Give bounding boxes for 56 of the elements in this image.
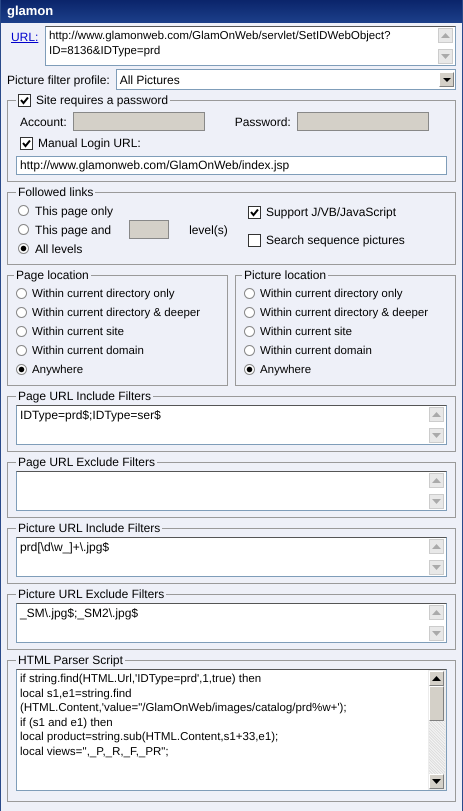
checkbox-label: Manual Login URL: <box>38 136 141 150</box>
radio-label: Anywhere <box>260 364 312 376</box>
radio-label: Within current domain <box>260 344 372 356</box>
scrollbar[interactable] <box>428 670 446 790</box>
radio-label: Within current directory & deeper <box>32 306 200 318</box>
field-label: level(s) <box>189 222 228 236</box>
group-title: HTML Parser Script <box>17 653 124 667</box>
checkbox[interactable] <box>248 234 261 246</box>
group-title: Picture URL Exclude Filters <box>17 587 166 601</box>
field-label: Picture filter profile: <box>7 72 110 86</box>
window-title: glamon <box>1 0 462 23</box>
field-label: Account: <box>20 114 67 128</box>
account-field[interactable] <box>72 112 205 131</box>
radio-label: Within current site <box>260 326 352 338</box>
checkbox[interactable] <box>248 206 261 218</box>
radio-label: This page and <box>35 222 112 236</box>
radio-button[interactable] <box>244 364 255 375</box>
radio-button[interactable] <box>16 345 27 356</box>
checkbox-label: Support J/VB/JavaScript <box>266 205 396 219</box>
group-title: Page URL Exclude Filters <box>17 455 156 469</box>
radio-button[interactable] <box>244 345 255 356</box>
scroll-thumb[interactable] <box>429 686 444 721</box>
profile-dropdown[interactable]: All Pictures <box>116 69 456 90</box>
radio-label: Within current domain <box>32 344 144 356</box>
radio-button[interactable] <box>244 288 255 299</box>
group-title: Picture URL Include Filters <box>17 521 162 535</box>
radio-button[interactable] <box>16 364 27 375</box>
radio-label: All levels <box>35 242 82 256</box>
radio-label: This page only <box>35 204 114 218</box>
radio-button[interactable] <box>16 307 27 318</box>
radio-button[interactable] <box>18 224 29 235</box>
url-link[interactable]: URL: <box>7 26 39 66</box>
group-title: Page URL Include Filters <box>17 389 152 403</box>
checkbox[interactable] <box>20 136 33 150</box>
radio-button[interactable] <box>16 326 27 337</box>
group-title: Followed links <box>17 185 94 199</box>
levels-field[interactable] <box>129 220 170 239</box>
radio-button[interactable] <box>18 205 29 216</box>
group-title: Page location <box>15 268 90 282</box>
radio-button[interactable] <box>16 288 27 299</box>
radio-label: Within current directory & deeper <box>260 306 428 318</box>
radio-label: Anywhere <box>32 364 84 376</box>
password-field[interactable] <box>296 112 429 131</box>
radio-button[interactable] <box>244 307 255 318</box>
checkbox-label: Search sequence pictures <box>266 233 405 247</box>
checkbox[interactable] <box>18 94 31 106</box>
radio-label: Within current directory only <box>32 288 175 300</box>
checkbox-label: Site requires a password <box>36 93 168 107</box>
group-title: Picture location <box>243 268 328 282</box>
script-editor[interactable]: if string.find(HTML.Url,'IDType=prd',1,true) then local s1,e1=string.find (HTML.Content,'value="/GlamOnWeb/images/catalog/prd%w+'); if (s1 and e1) then local product=string.sub(HTML.Content,s1+33,e1); local views='',_P,_R,_F,_PR"; <box>16 669 447 791</box>
login-url-field[interactable]: http://www.glamonweb.com/GlamOnWeb/index.jsp <box>16 156 447 175</box>
radio-button[interactable] <box>244 326 255 337</box>
radio-label: Within current site <box>32 326 124 338</box>
radio-label: Within current directory only <box>260 288 403 300</box>
radio-button[interactable] <box>18 243 29 254</box>
field-label: Password: <box>234 114 291 128</box>
